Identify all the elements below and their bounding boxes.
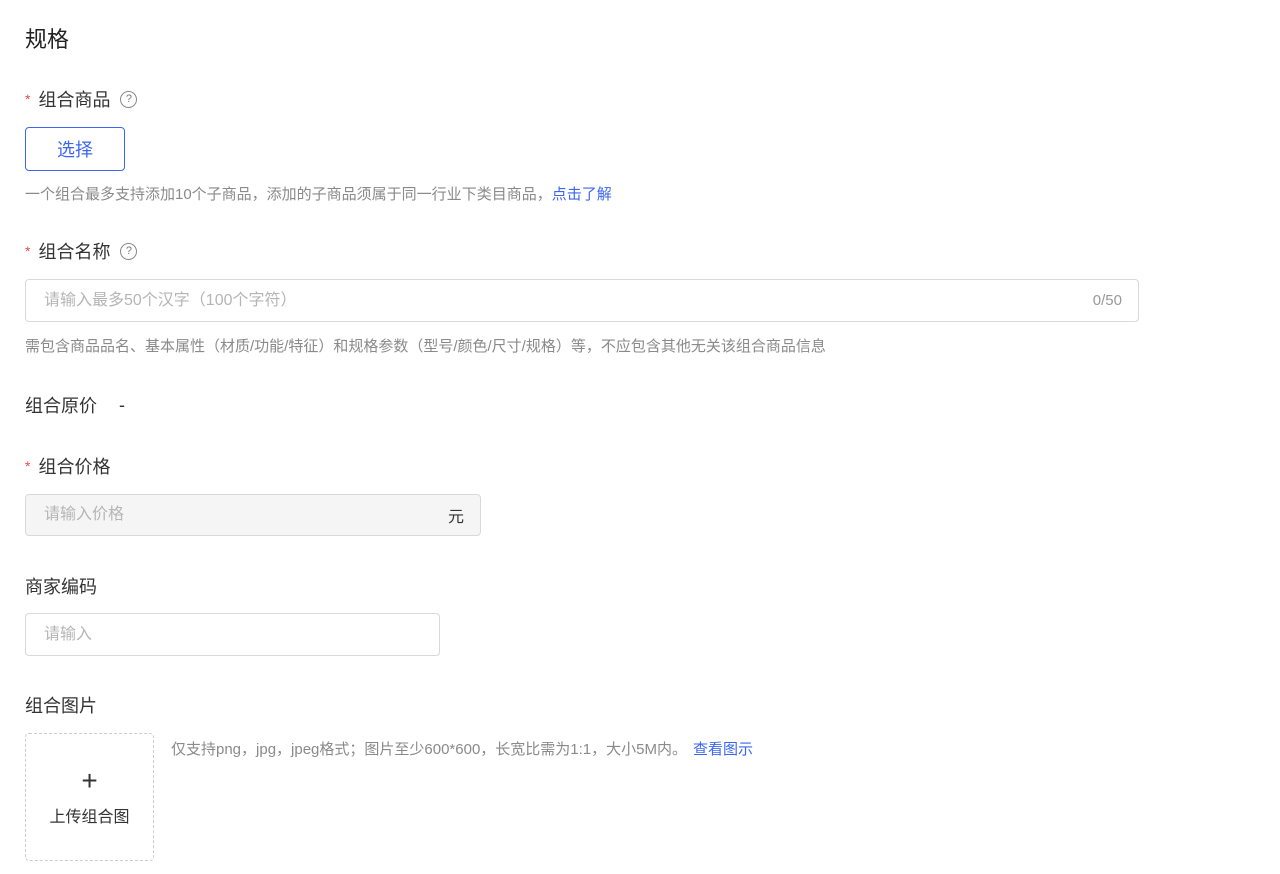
currency-suffix: 元 bbox=[447, 509, 464, 526]
combo-price-label: * 组合价格 bbox=[25, 453, 110, 479]
char-counter: 0/50 bbox=[1092, 292, 1122, 309]
combo-products-hint: 一个组合最多支持添加10个子商品，添加的子商品须属于同一行业下类目商品，点击了解 bbox=[25, 183, 612, 204]
original-price-row: 组合原价 - bbox=[25, 392, 125, 418]
combo-name-label: * 组合名称 ? bbox=[25, 238, 138, 264]
upload-image-button[interactable]: + 上传组合图 bbox=[25, 733, 154, 861]
required-mark: * bbox=[25, 458, 31, 474]
combo-price-label-text: 组合价格 bbox=[38, 457, 111, 477]
combo-products-label-text: 组合商品 bbox=[38, 90, 111, 110]
merchant-code-label: 商家编码 bbox=[25, 577, 97, 597]
question-circle-icon[interactable]: ? bbox=[120, 90, 138, 108]
plus-icon: + bbox=[81, 765, 98, 796]
combo-price-field[interactable]: 元 bbox=[25, 494, 481, 536]
combo-name-field[interactable]: 0/50 bbox=[25, 279, 1139, 322]
view-example-link[interactable]: 查看图示 bbox=[693, 741, 753, 758]
combo-image-hint-text: 仅支持png，jpg，jpeg格式；图片至少600*600，长宽比需为1:1，大… bbox=[171, 741, 687, 758]
original-price-value: - bbox=[119, 394, 125, 415]
merchant-code-field[interactable] bbox=[25, 613, 440, 656]
learn-more-link[interactable]: 点击了解 bbox=[552, 186, 612, 203]
select-products-button[interactable]: 选择 bbox=[25, 127, 125, 171]
combo-name-hint: 需包含商品品名、基本属性（材质/功能/特征）和规格参数（型号/颜色/尺寸/规格）… bbox=[25, 338, 826, 355]
combo-products-label: * 组合商品 ? bbox=[25, 86, 138, 112]
required-mark: * bbox=[25, 91, 31, 107]
upload-label: 上传组合图 bbox=[49, 809, 130, 826]
combo-price-input[interactable] bbox=[42, 505, 448, 525]
combo-image-label: 组合图片 bbox=[25, 696, 97, 716]
combo-products-hint-text: 一个组合最多支持添加10个子商品，添加的子商品须属于同一行业下类目商品， bbox=[25, 186, 552, 203]
combo-image-hint: 仅支持png，jpg，jpeg格式；图片至少600*600，长宽比需为1:1，大… bbox=[171, 738, 753, 759]
original-price-label: 组合原价 bbox=[25, 396, 97, 416]
combo-name-input[interactable] bbox=[42, 290, 1093, 311]
question-circle-icon[interactable]: ? bbox=[120, 242, 138, 260]
section-title: 规格 bbox=[25, 27, 70, 52]
required-mark: * bbox=[25, 243, 31, 259]
combo-name-label-text: 组合名称 bbox=[38, 242, 111, 262]
merchant-code-input[interactable] bbox=[42, 624, 423, 645]
